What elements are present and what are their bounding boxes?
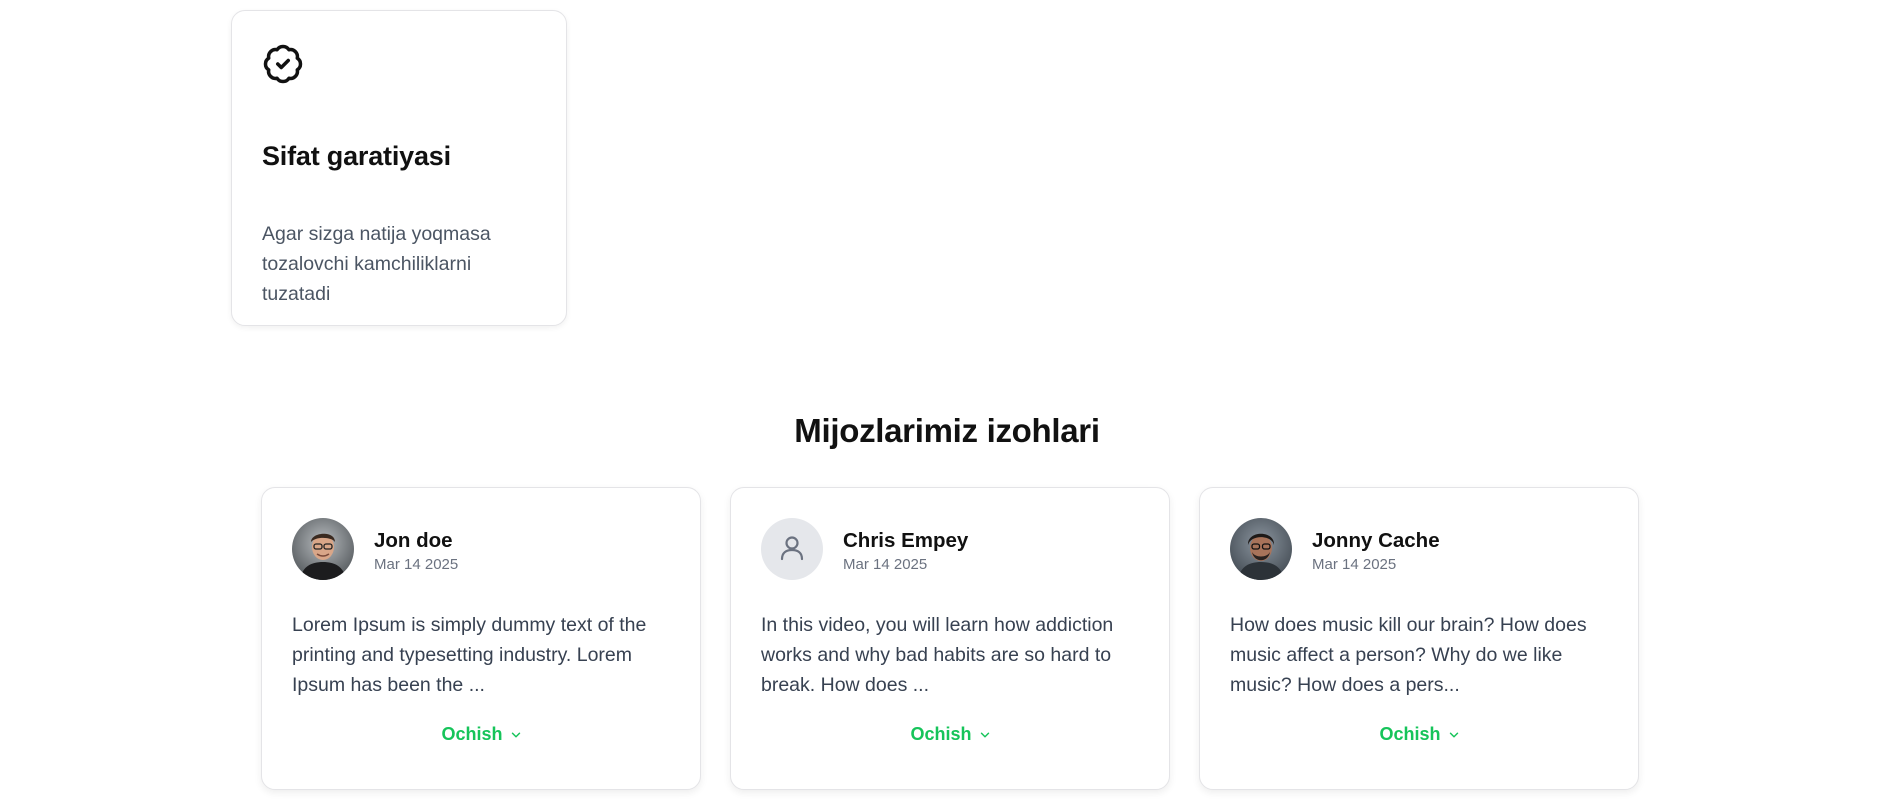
expand-label: Ochish [441,724,503,744]
avatar [761,518,823,580]
review-card: Chris Empey Mar 14 2025 In this video, y… [730,487,1170,790]
feature-description: Agar sizga natija yoqmasa tozalovchi kam… [262,223,491,305]
feature-card-quality: Sifat garatiyasi Agar sizga natija yoqma… [231,10,567,326]
avatar [292,518,354,580]
expand-label: Ochish [910,724,972,744]
expand-review-button[interactable]: Ochish [262,724,702,745]
avatar [1230,518,1292,580]
review-text: In this video, you will learn how addict… [761,614,1114,696]
review-text: How does music kill our brain? How does … [1230,614,1587,696]
avatar-photo [292,518,354,580]
review-text: Lorem Ipsum is simply dummy text of the … [292,614,647,696]
chevron-down-icon [511,732,520,737]
feature-title: Sifat garatiyasi [262,141,451,171]
reviewer-name: Chris Empey [843,529,969,552]
review-date: Mar 14 2025 [843,556,928,573]
chevron-down-icon [980,732,989,737]
user-icon [780,536,804,561]
chevron-down-icon [1449,732,1458,737]
review-card: Jon doe Mar 14 2025 Lorem Ipsum is simpl… [261,487,701,790]
expand-review-button[interactable]: Ochish [731,724,1171,745]
reviewer-name: Jon doe [374,529,453,552]
review-date: Mar 14 2025 [1312,556,1397,573]
review-card: Jonny Cache Mar 14 2025 How does music k… [1199,487,1639,790]
expand-label: Ochish [1379,724,1441,744]
avatar-photo [1230,518,1292,580]
expand-review-button[interactable]: Ochish [1200,724,1640,745]
review-date: Mar 14 2025 [374,556,459,573]
testimonials-heading: Mijozlarimiz izohlari [794,412,1100,449]
badge-check-icon [263,44,303,84]
reviewer-name: Jonny Cache [1312,529,1440,552]
